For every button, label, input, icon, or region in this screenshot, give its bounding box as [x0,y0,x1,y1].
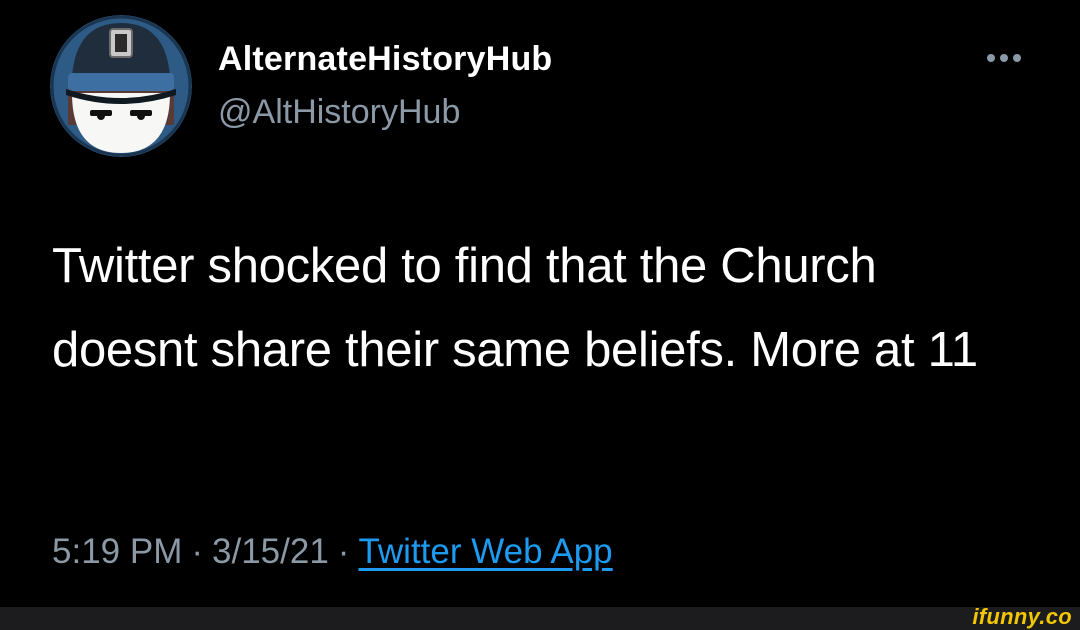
display-name[interactable]: AlternateHistoryHub [218,40,552,79]
user-handle[interactable]: @AltHistoryHub [218,93,460,132]
separator-dot: · [191,532,204,571]
watermark-logo: ifunny.co [972,604,1072,629]
tweet-text: Twitter shocked to find that the Church … [52,239,978,377]
watermark-bar [0,607,1080,630]
more-options-icon[interactable] [983,48,1025,68]
cartoon-officer-avatar-icon [50,15,192,157]
profile-avatar[interactable] [50,15,192,157]
tweet-metadata: 5:19 PM · 3/15/21 · Twitter Web App [52,532,613,572]
tweet-date[interactable]: 3/15/21 [212,532,329,571]
separator-dot: · [337,532,350,571]
tweet-time: 5:19 PM [52,532,183,571]
tweet-source-link[interactable]: Twitter Web App [358,532,612,571]
